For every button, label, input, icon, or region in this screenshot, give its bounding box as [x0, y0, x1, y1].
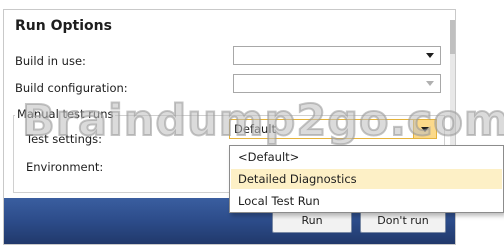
scrollbar-thumb[interactable]: [450, 20, 455, 54]
test-settings-dropdown-list: <Default> Detailed Diagnostics Local Tes…: [229, 145, 504, 213]
chevron-down-icon[interactable]: [421, 127, 429, 132]
window-top-strip: [0, 0, 504, 9]
build-configuration-label: Build configuration:: [15, 81, 128, 95]
dropdown-option-local-test-run[interactable]: Local Test Run: [231, 191, 502, 211]
dropdown-button[interactable]: [413, 120, 436, 138]
dropdown-option-detailed-diagnostics[interactable]: Detailed Diagnostics: [231, 169, 502, 189]
build-in-use-label: Build in use:: [15, 54, 86, 68]
test-settings-combo[interactable]: Default: [229, 119, 437, 139]
test-settings-value: Default: [234, 122, 277, 136]
test-settings-label: Test settings:: [26, 132, 103, 146]
chevron-down-icon[interactable]: [426, 81, 434, 86]
chevron-down-icon[interactable]: [426, 53, 434, 58]
dropdown-option-default[interactable]: <Default>: [231, 147, 502, 167]
environment-label: Environment:: [26, 160, 104, 174]
dialog-title: Run Options: [15, 18, 112, 34]
manual-test-runs-label: Manual test runs: [15, 107, 116, 121]
build-configuration-combo[interactable]: [233, 74, 441, 93]
build-in-use-combo[interactable]: [233, 46, 441, 65]
